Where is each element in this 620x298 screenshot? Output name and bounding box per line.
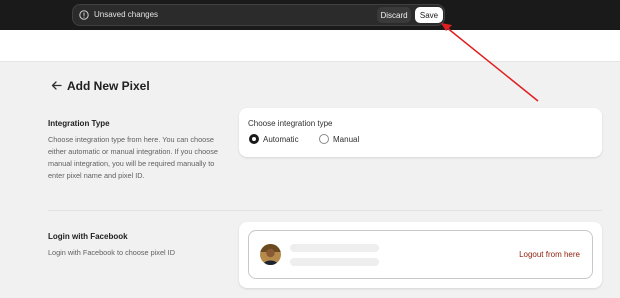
logout-link[interactable]: Logout from here bbox=[519, 250, 580, 259]
integration-type-label: Choose integration type bbox=[248, 119, 333, 128]
section-divider bbox=[48, 210, 602, 211]
unsaved-changes-text: Unsaved changes bbox=[94, 10, 159, 19]
contextual-save-bar: Unsaved changes Discard Save bbox=[0, 0, 620, 30]
unsaved-changes-pill: Unsaved changes Discard Save bbox=[72, 4, 445, 26]
facebook-section-title: Login with Facebook bbox=[48, 232, 128, 241]
page-title: Add New Pixel bbox=[67, 79, 150, 93]
integration-type-card: Choose integration type Automatic Manual bbox=[239, 108, 602, 157]
profile-detail-skeleton bbox=[290, 258, 379, 266]
profile-name-skeleton bbox=[290, 244, 379, 252]
manual-radio-label[interactable]: Manual bbox=[333, 135, 359, 144]
automatic-radio-label[interactable]: Automatic bbox=[263, 135, 299, 144]
save-button[interactable]: Save bbox=[415, 7, 443, 23]
automatic-radio[interactable] bbox=[249, 134, 259, 144]
discard-button[interactable]: Discard bbox=[377, 7, 411, 23]
facebook-profile-box: Logout from here bbox=[248, 230, 593, 279]
back-arrow-icon[interactable] bbox=[51, 80, 62, 91]
avatar bbox=[260, 244, 281, 265]
manual-radio[interactable] bbox=[319, 134, 329, 144]
page-header-strip bbox=[0, 30, 620, 62]
info-icon bbox=[79, 10, 89, 20]
facebook-login-card: Logout from here bbox=[239, 222, 602, 288]
integration-section-title: Integration Type bbox=[48, 119, 110, 128]
facebook-section-description: Login with Facebook to choose pixel ID bbox=[48, 248, 175, 257]
integration-section-description: Choose integration type from here. You c… bbox=[48, 135, 218, 180]
